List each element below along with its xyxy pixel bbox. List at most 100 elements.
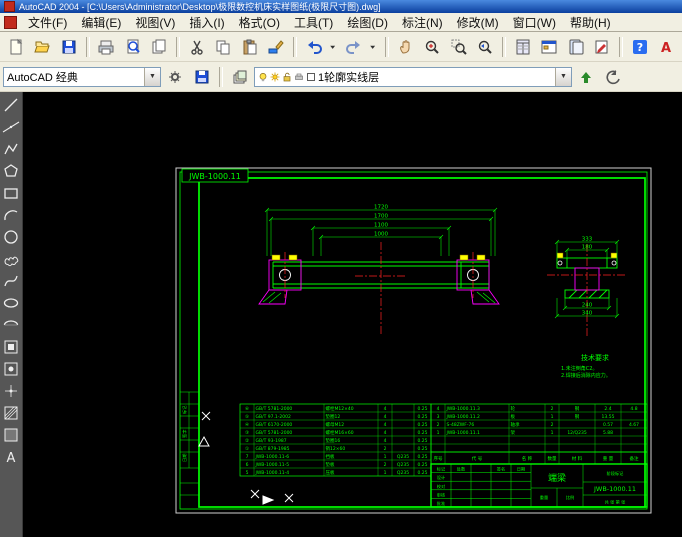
svg-text:数量: 数量 <box>548 455 557 462</box>
make-block-button[interactable] <box>1 358 22 379</box>
redo-button[interactable] <box>342 34 368 59</box>
svg-text:4.8: 4.8 <box>630 406 637 412</box>
zoom-window-button[interactable] <box>446 34 472 59</box>
front-view <box>259 242 499 336</box>
cut-button[interactable] <box>184 34 210 59</box>
menu-file[interactable]: 文件(F) <box>21 13 74 32</box>
sun-icon[interactable] <box>270 72 280 82</box>
menu-draw[interactable]: 绘图(D) <box>340 13 395 32</box>
undo-flyout-button[interactable] <box>328 34 341 59</box>
undo-button[interactable] <box>301 34 327 59</box>
menu-view[interactable]: 视图(V) <box>128 13 182 32</box>
plot-preview-button[interactable] <box>120 34 146 59</box>
svg-text:1100: 1100 <box>374 223 388 229</box>
help-button[interactable]: ? <box>627 34 653 59</box>
toolbar-separator <box>293 37 297 57</box>
point-button[interactable] <box>1 380 22 401</box>
workspace-settings-button[interactable] <box>162 64 188 89</box>
main-area: A JWB-1000.11 <box>0 92 682 537</box>
designcenter-button[interactable] <box>537 34 563 59</box>
svg-text:JWB-1000.11.1: JWB-1000.11.1 <box>446 430 481 436</box>
svg-text:A: A <box>7 451 16 466</box>
menu-format[interactable]: 格式(O) <box>232 13 287 32</box>
open-button[interactable] <box>30 34 56 59</box>
circle-icon <box>2 228 20 246</box>
polyline-button[interactable] <box>1 138 22 159</box>
drawing-file-icon[interactable] <box>4 16 17 29</box>
svg-text:重量: 重量 <box>540 494 548 501</box>
dimensions: 1720170011001000333180240340 <box>265 205 619 319</box>
svg-text:板: 板 <box>511 413 516 420</box>
save-workspace-button[interactable] <box>189 64 215 89</box>
cad-drawing: JWB-1000.11 标记 签字 日期 <box>23 92 682 537</box>
svg-text:标记: 标记 <box>437 466 446 473</box>
layer-combo[interactable]: 1轮廓实线层 ▼ <box>254 67 572 87</box>
menu-window[interactable]: 窗口(W) <box>506 13 563 32</box>
chevron-down-icon[interactable]: ▼ <box>555 68 571 86</box>
revision-cloud-button[interactable] <box>1 248 22 269</box>
svg-text:④: ④ <box>245 422 249 428</box>
plot-on-icon[interactable] <box>294 72 304 82</box>
svg-text:GB/T 879-1985: GB/T 879-1985 <box>256 446 290 452</box>
layer-properties-manager-button[interactable] <box>227 64 253 89</box>
toolbar-separator <box>619 37 623 57</box>
menu-insert[interactable]: 插入(I) <box>182 13 231 32</box>
svg-text:备注: 备注 <box>630 455 639 462</box>
redo-flyout-button[interactable] <box>368 34 381 59</box>
properties-button[interactable] <box>510 34 536 59</box>
polygon-button[interactable] <box>1 160 22 181</box>
spline-button[interactable] <box>1 270 22 291</box>
menu-help[interactable]: 帮助(H) <box>563 13 618 32</box>
title-bar[interactable]: AutoCAD 2004 - [C:\Users\Administrator\D… <box>0 0 682 13</box>
line-button[interactable] <box>1 94 22 115</box>
match-properties-button[interactable] <box>264 34 290 59</box>
make-object-layer-current-button[interactable] <box>573 64 599 89</box>
construction-line-button[interactable] <box>1 116 22 137</box>
hatch-button[interactable] <box>1 402 22 423</box>
ellipse-arc-button[interactable] <box>1 314 22 335</box>
publish-button[interactable] <box>147 34 173 59</box>
color-swatch-icon[interactable] <box>306 72 316 82</box>
rectangle-button[interactable] <box>1 182 22 203</box>
new-button[interactable] <box>3 34 29 59</box>
pan-button[interactable] <box>393 34 419 59</box>
ellipse-button[interactable] <box>1 292 22 313</box>
plot-button[interactable] <box>94 34 120 59</box>
copy-button[interactable] <box>211 34 237 59</box>
svg-text:0.25: 0.25 <box>417 438 427 444</box>
menu-dimension[interactable]: 标注(N) <box>395 13 450 32</box>
save-icon <box>60 38 78 56</box>
layer-combo-value: 1轮廓实线层 <box>318 69 379 85</box>
menu-edit[interactable]: 编辑(E) <box>74 13 128 32</box>
svg-text:2: 2 <box>384 462 387 468</box>
svg-text:0.25: 0.25 <box>417 470 427 476</box>
paste-button[interactable] <box>237 34 263 59</box>
zoom-realtime-button[interactable] <box>420 34 446 59</box>
drawing-canvas[interactable]: JWB-1000.11 标记 签字 日期 <box>23 92 682 537</box>
notes-title: 技术要求 <box>581 353 609 362</box>
tool-palettes-button[interactable] <box>563 34 589 59</box>
bom-table: ⑥GB/T 5781-2000螺栓M12×4040.25⑤GB/T 97.1-2… <box>240 404 647 476</box>
menu-tools[interactable]: 工具(T) <box>287 13 340 32</box>
arc-button[interactable] <box>1 204 22 225</box>
chevron-down-icon[interactable]: ▼ <box>144 68 160 86</box>
layer-previous-button[interactable] <box>600 64 626 89</box>
bulb-on-icon[interactable] <box>258 72 268 82</box>
insert-block-button[interactable] <box>1 336 22 357</box>
markup-set-manager-button[interactable] <box>590 34 616 59</box>
menu-modify[interactable]: 修改(M) <box>450 13 506 32</box>
part-number: JWB-1000.11 <box>593 485 636 493</box>
region-button[interactable] <box>1 424 22 445</box>
svg-text:①: ① <box>245 446 249 452</box>
zoom-previous-button[interactable] <box>473 34 499 59</box>
centerlines <box>285 242 473 336</box>
circle-button[interactable] <box>1 226 22 247</box>
save-button[interactable] <box>56 34 82 59</box>
svg-text:4: 4 <box>437 406 440 412</box>
zoom-realtime-icon <box>423 38 441 56</box>
express-tools-button[interactable]: A <box>654 34 680 59</box>
multiline-text-button[interactable]: A <box>1 446 22 467</box>
svg-text:2: 2 <box>551 406 554 412</box>
workspace-combo[interactable]: AutoCAD 经典 ▼ <box>3 67 161 87</box>
lock-open-icon[interactable] <box>282 72 292 82</box>
